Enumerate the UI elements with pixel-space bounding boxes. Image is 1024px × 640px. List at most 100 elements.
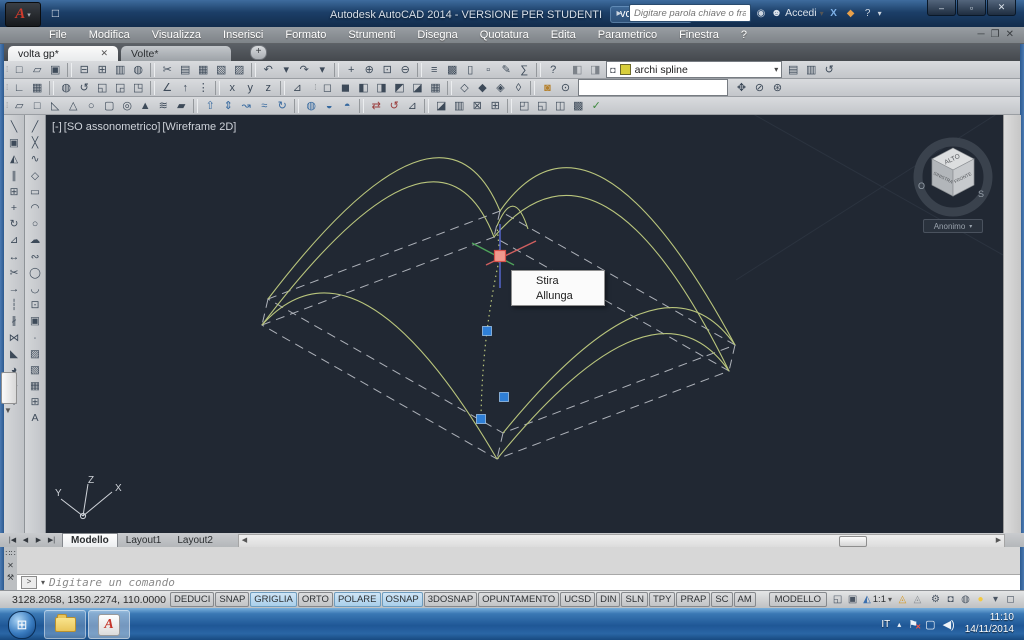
action-center-icon[interactable]: ⚑✕ <box>908 618 918 631</box>
3d-pan-icon[interactable]: ✥ <box>732 80 750 96</box>
exchange-apps-icon[interactable]: X <box>827 8 841 19</box>
separator[interactable] <box>536 63 541 77</box>
loft-icon[interactable]: ≈ <box>255 98 273 114</box>
move-icon[interactable]: + <box>6 200 23 216</box>
base-quad-bottom[interactable] <box>262 237 729 459</box>
tab-modello[interactable]: Modello <box>62 533 118 547</box>
vs-hidden-icon[interactable]: ◧ <box>354 80 372 96</box>
ellipse-icon[interactable]: ◯ <box>27 265 44 281</box>
close-icon[interactable]: ✕ <box>100 48 108 59</box>
menu-finestra[interactable]: Finestra <box>668 29 730 41</box>
helix-icon[interactable]: ≋ <box>154 98 172 114</box>
quickcalc-icon[interactable]: ∑ <box>515 62 533 78</box>
tab-next-button[interactable]: ▶ <box>32 534 45 546</box>
toolbar-grip[interactable]: ⁞ <box>6 65 7 74</box>
menu-disegna[interactable]: Disegna <box>406 29 468 41</box>
toggle-osnap[interactable]: OSNAP <box>382 592 423 607</box>
vs-shades-gray-icon[interactable]: ◪ <box>408 80 426 96</box>
presspull-icon[interactable]: ⇕ <box>219 98 237 114</box>
search-input[interactable] <box>629 4 751 22</box>
cone-icon[interactable]: △ <box>64 98 82 114</box>
sphere-icon[interactable]: ○ <box>82 98 100 114</box>
context-item-stira[interactable]: Stira <box>512 273 604 288</box>
toggle-3dosnap[interactable]: 3DOSNAP <box>424 592 477 607</box>
ucs-face-icon[interactable]: ◱ <box>93 80 111 96</box>
polyline-icon[interactable]: ∿ <box>27 151 44 167</box>
gradient-icon[interactable]: ▧ <box>27 362 44 378</box>
markup-icon[interactable]: ✎ <box>497 62 515 78</box>
vault-arc-right-inner[interactable] <box>497 334 729 459</box>
taskbar-clock[interactable]: 11:10 14/11/2014 <box>965 612 1014 636</box>
plot-icon[interactable]: ⊟ <box>75 62 93 78</box>
toggle-orto[interactable]: ORTO <box>298 592 333 607</box>
constrained-orbit-icon[interactable]: ⊘ <box>750 80 768 96</box>
trim-icon[interactable]: ✂ <box>6 265 23 281</box>
start-button[interactable]: ⊞ <box>8 611 36 639</box>
etransmit-icon[interactable]: ◍ <box>129 62 147 78</box>
3d-align-icon[interactable]: ⊿ <box>403 98 421 114</box>
menu-parametrico[interactable]: Parametrico <box>587 29 668 41</box>
context-item-allunga[interactable]: Allunga <box>512 288 604 303</box>
live-section-icon[interactable]: ▩ <box>569 98 587 114</box>
convert-to-solid-icon[interactable]: ◰ <box>515 98 533 114</box>
vertical-scrollbar-thumb[interactable] <box>1 372 17 404</box>
break-point-icon[interactable]: ┆ <box>6 297 23 313</box>
model-space-button[interactable]: MODELLO <box>769 592 827 607</box>
open-icon[interactable]: ▱ <box>28 62 46 78</box>
toggle-sln[interactable]: SLN <box>621 592 647 607</box>
chevron-down-icon[interactable]: ▾ <box>41 578 45 587</box>
separator[interactable] <box>251 63 256 77</box>
menu-strumenti[interactable]: Strumenti <box>337 29 406 41</box>
compass-south-label[interactable]: S <box>978 189 984 199</box>
vs-shaded-edges-icon[interactable]: ◈ <box>491 80 509 96</box>
vault-arc-left-outer[interactable] <box>268 158 500 299</box>
separator[interactable] <box>150 81 155 95</box>
cylinder-icon[interactable]: ▢ <box>100 98 118 114</box>
menu-help[interactable]: ? <box>730 29 758 41</box>
vs-2d-wireframe-icon[interactable]: ◻ <box>318 80 336 96</box>
copy-clip-icon[interactable]: ▤ <box>176 62 194 78</box>
circle-icon[interactable]: ○ <box>27 216 44 232</box>
union-icon[interactable]: ◍ <box>302 98 320 114</box>
menu-quotatura[interactable]: Quotatura <box>469 29 540 41</box>
ucs-named-icon[interactable]: ▦ <box>28 80 46 96</box>
polysolid-icon[interactable]: ▱ <box>10 98 28 114</box>
infocenter-collapse-icon[interactable]: ▸ <box>612 8 626 19</box>
layer-previous-icon[interactable]: ↺ <box>820 62 838 78</box>
vs-wireframe-icon[interactable]: ◼ <box>336 80 354 96</box>
separator[interactable] <box>447 81 452 95</box>
tab-first-button[interactable]: |◀ <box>6 534 19 546</box>
maximize-button[interactable]: ▫ <box>957 0 986 16</box>
sign-in-button[interactable]: ☻ Accedi ▾ <box>771 7 824 19</box>
visual-style-dropdown[interactable] <box>578 79 728 96</box>
stretch-icon[interactable]: ↔ <box>6 249 23 265</box>
menu-file[interactable]: File <box>38 29 78 41</box>
undo-dropdown-icon[interactable]: ▾ <box>277 62 295 78</box>
new-tab-button[interactable]: + <box>250 45 267 60</box>
torus-icon[interactable]: ◎ <box>118 98 136 114</box>
toggle-opuntamento[interactable]: OPUNTAMENTO <box>478 592 559 607</box>
toolbar-grip[interactable]: ⁞ <box>6 83 7 92</box>
communication-center-icon[interactable]: ◆ <box>844 8 858 19</box>
application-menu-button[interactable]: A ▾ <box>5 2 41 27</box>
tab-prev-button[interactable]: ◀ <box>19 534 32 546</box>
vs-realistic-icon[interactable]: ◨ <box>372 80 390 96</box>
cut-icon[interactable]: ✂ <box>158 62 176 78</box>
zoom-window-icon[interactable]: ⊡ <box>378 62 396 78</box>
layer-dropdown[interactable]: ◘ archi spline ▾ <box>606 61 782 78</box>
free-orbit-icon[interactable]: ⊛ <box>768 80 786 96</box>
arc-icon[interactable]: ◠ <box>27 200 44 216</box>
undo-icon[interactable]: ↶ <box>259 62 277 78</box>
convert-to-surface-icon[interactable]: ◱ <box>533 98 551 114</box>
menu-edita[interactable]: Edita <box>540 29 587 41</box>
vault-arc-front[interactable] <box>262 293 497 459</box>
language-indicator[interactable]: IT <box>881 619 890 630</box>
separator[interactable] <box>280 81 285 95</box>
toolbar-lock-icon[interactable]: ◘ <box>943 594 958 605</box>
copy-icon[interactable]: ▣ <box>6 135 23 151</box>
save-icon[interactable]: ▣ <box>46 62 64 78</box>
vs-xray-icon[interactable]: ◇ <box>455 80 473 96</box>
separator[interactable] <box>215 81 220 95</box>
viewport-view-control[interactable]: [SO assonometrico] <box>64 121 161 133</box>
toggle-sc[interactable]: SC <box>711 592 732 607</box>
